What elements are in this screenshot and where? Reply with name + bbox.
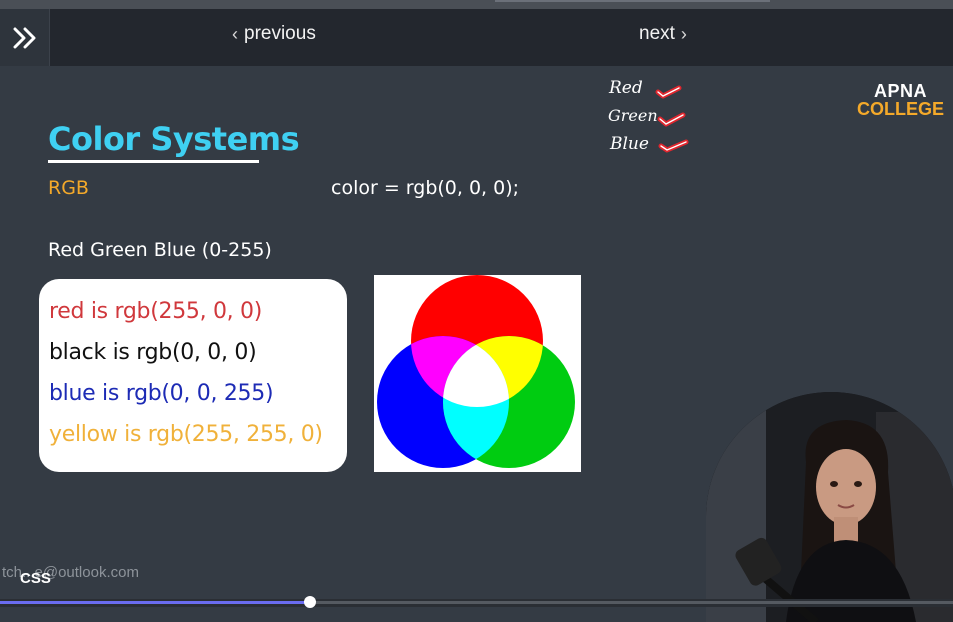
progress-fill [0, 601, 310, 604]
apna-college-logo: APNA COLLEGE [857, 82, 944, 118]
examples-card: red is rgb(255, 0, 0) black is rgb(0, 0,… [39, 279, 347, 472]
menu-button[interactable] [0, 9, 50, 66]
previous-label: previous [244, 23, 316, 44]
next-label: next [639, 23, 675, 44]
handwritten-notes: Red Green Blue [606, 72, 706, 162]
presenter-image [706, 392, 953, 622]
double-chevron-right-icon [13, 27, 35, 48]
logo-line1: APNA [874, 81, 928, 101]
example-blue: blue is rgb(0, 0, 255) [49, 381, 274, 406]
next-button[interactable]: next › [639, 23, 687, 45]
topic-tag: CSS [20, 570, 51, 587]
example-red: red is rgb(255, 0, 0) [49, 299, 263, 324]
slide-subtitle: RGB [48, 177, 89, 199]
chevron-left-icon: ‹ [232, 23, 238, 44]
slide-navbar: ‹ previous next › [0, 9, 953, 66]
chevron-right-icon: › [680, 23, 687, 44]
code-example: color = rgb(0, 0, 0); [331, 177, 520, 199]
example-black: black is rgb(0, 0, 0) [49, 340, 257, 365]
range-text: Red Green Blue (0-255) [48, 239, 272, 261]
rgb-venn-diagram [374, 275, 581, 472]
video-progress-bar[interactable] [0, 596, 953, 608]
venn-svg [377, 275, 575, 468]
slide-content: Color Systems RGB color = rgb(0, 0, 0); … [0, 66, 953, 622]
red-check-marks [655, 85, 689, 153]
example-yellow: yellow is rgb(255, 255, 0) [49, 422, 323, 447]
presenter-webcam [706, 392, 953, 622]
title-underline [48, 160, 259, 163]
logo-line2: COLLEGE [857, 99, 945, 119]
previous-button[interactable]: ‹ previous [232, 23, 316, 45]
window-top-strip [0, 0, 953, 9]
progress-scrubber-handle[interactable] [303, 596, 316, 608]
slide-title: Color Systems [48, 120, 300, 158]
top-strip-segment [495, 0, 770, 2]
